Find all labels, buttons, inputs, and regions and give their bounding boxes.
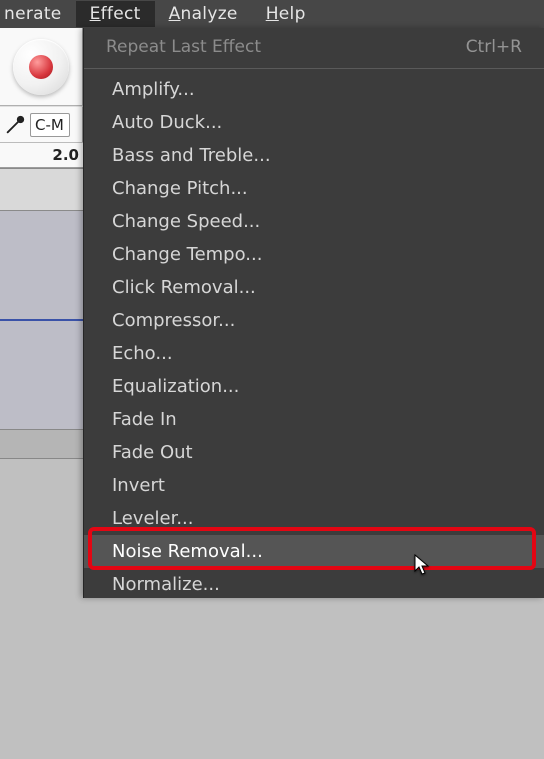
recording-device-value: C-M [35,116,64,134]
menu-item-label: Repeat Last Effect [106,37,261,57]
menu-item-change-pitch[interactable]: Change Pitch... [84,172,544,205]
track-footer [0,429,83,459]
menu-item-label: Change Speed... [112,211,260,232]
menu-item-invert[interactable]: Invert [84,469,544,502]
menu-item-repeat-last-effect[interactable]: Repeat Last Effect Ctrl+R [84,28,544,66]
menu-item-echo[interactable]: Echo... [84,337,544,370]
menu-item-label: Fade Out [112,442,193,463]
track-label[interactable] [0,168,83,211]
ruler-value: 2.0 [52,146,79,164]
transport-panel [0,28,83,106]
menuitem-label: nerate [4,4,62,24]
left-column: C-M 2.0 [0,28,83,598]
menu-item-fade-in[interactable]: Fade In [84,403,544,436]
menubar: nerate Effect Analyze Help [0,0,544,28]
menu-item-label: Fade In [112,409,177,430]
menu-item-leveler[interactable]: Leveler... [84,502,544,535]
track-waveform[interactable] [0,211,83,429]
device-toolbar: C-M [0,106,83,142]
menu-item-label: Bass and Treble... [112,145,271,166]
recording-device-select[interactable]: C-M [30,113,70,137]
menu-item-bass-and-treble[interactable]: Bass and Treble... [84,139,544,172]
menuitem-analyze[interactable]: Analyze [155,1,252,27]
menu-item-shortcut: Ctrl+R [466,37,522,57]
menuitem-mnemonic: A [169,4,181,24]
menu-item-label: Normalize... [112,574,220,595]
menuitem-mnemonic: E [90,4,101,24]
effect-menu-list: Amplify... Auto Duck... Bass and Treble...… [84,73,544,601]
time-ruler: 2.0 [0,142,83,168]
menu-item-label: Invert [112,475,165,496]
menu-item-change-tempo[interactable]: Change Tempo... [84,238,544,271]
menuitem-effect[interactable]: Effect [76,1,155,27]
waveform-line [0,319,83,321]
menu-item-label: Click Removal... [112,277,256,298]
menu-item-label: Noise Removal... [112,541,263,562]
menu-item-auto-duck[interactable]: Auto Duck... [84,106,544,139]
microphone-icon [4,114,26,136]
menu-item-label: Amplify... [112,79,195,100]
menu-item-change-speed[interactable]: Change Speed... [84,205,544,238]
menu-item-label: Compressor... [112,310,235,331]
menu-item-label: Leveler... [112,508,194,529]
menu-item-label: Equalization... [112,376,239,397]
menu-item-amplify[interactable]: Amplify... [84,73,544,106]
record-button[interactable] [13,39,69,95]
effect-menu-dropdown: Repeat Last Effect Ctrl+R Amplify... Auto… [83,28,544,598]
menuitem-help[interactable]: Help [252,1,320,27]
menuitem-label: nalyze [181,4,238,24]
menu-item-label: Change Pitch... [112,178,248,199]
menu-item-equalization[interactable]: Equalization... [84,370,544,403]
menu-item-click-removal[interactable]: Click Removal... [84,271,544,304]
menu-separator [84,68,544,69]
menuitem-label: ffect [101,4,141,24]
record-icon [29,55,53,79]
menu-item-fade-out[interactable]: Fade Out [84,436,544,469]
menu-item-noise-removal[interactable]: Noise Removal... [84,535,544,568]
menuitem-label: elp [279,4,306,24]
menuitem-mnemonic: H [266,4,279,24]
menu-item-label: Echo... [112,343,173,364]
menu-item-compressor[interactable]: Compressor... [84,304,544,337]
empty-track-area [0,459,83,759]
track-area [0,168,83,759]
menu-item-normalize[interactable]: Normalize... [84,568,544,601]
menu-item-label: Auto Duck... [112,112,222,133]
menu-item-label: Change Tempo... [112,244,262,265]
menuitem-generate-partial[interactable]: nerate [4,1,76,27]
